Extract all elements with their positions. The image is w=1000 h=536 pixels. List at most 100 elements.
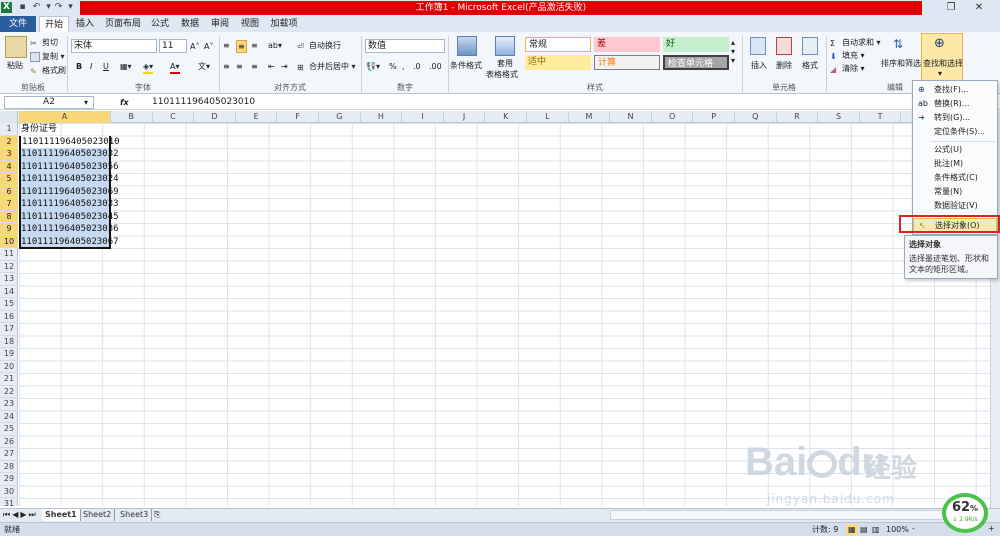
- cell-a5[interactable]: 110111196405023024: [20, 173, 119, 186]
- tab-file[interactable]: 文件: [0, 16, 36, 32]
- row-header-24[interactable]: 24: [0, 411, 18, 423]
- cell-a8[interactable]: 110111196405023045: [20, 211, 119, 224]
- increase-indent-icon[interactable]: ⇥: [281, 61, 288, 72]
- tab-page-layout[interactable]: 页面布局: [102, 16, 144, 32]
- delete-cells-icon[interactable]: [776, 37, 792, 55]
- cell-a10[interactable]: 110111196405023067: [20, 236, 119, 249]
- table-format-icon[interactable]: [495, 36, 515, 56]
- cell-a2[interactable]: 110111196405023010: [21, 135, 120, 148]
- phonetic-icon[interactable]: 文▾: [198, 61, 210, 72]
- font-color-icon[interactable]: A▾: [170, 61, 180, 74]
- menu-conditional-formatting[interactable]: 条件格式(C): [913, 171, 997, 185]
- column-header-c[interactable]: C: [153, 111, 195, 123]
- insert-cells-button[interactable]: 插入: [751, 60, 767, 71]
- row-header-13[interactable]: 13: [0, 273, 18, 286]
- select-all-corner[interactable]: [0, 111, 18, 123]
- zoom-level[interactable]: 100%: [886, 524, 909, 535]
- tab-addins[interactable]: 加载项: [267, 16, 301, 32]
- sheet-tab-1[interactable]: Sheet1: [42, 509, 81, 521]
- table-format-button-line1[interactable]: 套用: [497, 58, 513, 69]
- autosum-button[interactable]: Σ 自动求和 ▾: [830, 37, 881, 48]
- column-header-e[interactable]: E: [236, 111, 278, 123]
- new-sheet-icon[interactable]: ⎘: [154, 509, 160, 520]
- insert-cells-icon[interactable]: [750, 37, 766, 55]
- column-header-d[interactable]: D: [194, 111, 236, 123]
- table-format-button-line2[interactable]: 表格格式: [486, 69, 518, 80]
- style-check-cell[interactable]: 检查单元格: [663, 55, 729, 70]
- row-header-21[interactable]: 21: [0, 373, 18, 386]
- copy-button[interactable]: 复制 ▾: [30, 51, 65, 62]
- menu-data-validation[interactable]: 数据验证(V): [913, 199, 997, 213]
- paste-icon[interactable]: [5, 36, 27, 58]
- format-cells-button[interactable]: 格式: [802, 60, 818, 71]
- column-header-n[interactable]: N: [610, 111, 652, 123]
- italic-button[interactable]: I: [90, 61, 92, 72]
- column-header-a[interactable]: A: [19, 111, 111, 123]
- cell-a9[interactable]: 110111196405023036: [20, 223, 119, 236]
- sheet-tab-2[interactable]: Sheet2: [80, 509, 116, 521]
- column-header-s[interactable]: S: [818, 111, 860, 123]
- align-center-icon[interactable]: ≡: [236, 61, 243, 72]
- column-header-j[interactable]: J: [444, 111, 486, 123]
- row-header-10[interactable]: 10: [0, 235, 18, 248]
- merge-center-button[interactable]: ⊞ 合并后居中 ▾: [297, 61, 356, 72]
- conditional-format-icon[interactable]: [457, 36, 477, 56]
- row-header-4[interactable]: 4: [0, 160, 18, 173]
- tab-formulas[interactable]: 公式: [147, 16, 173, 32]
- row-header-28[interactable]: 28: [0, 461, 18, 473]
- close-icon[interactable]: ✕: [968, 1, 990, 15]
- align-left-icon[interactable]: ≡: [223, 61, 230, 72]
- align-top-icon[interactable]: ≡: [223, 40, 230, 51]
- column-header-q[interactable]: Q: [735, 111, 777, 123]
- formula-input[interactable]: 110111196405023010: [152, 97, 255, 108]
- name-box-dropdown-icon[interactable]: ▾: [84, 97, 88, 108]
- wrap-text-button[interactable]: ⏎ 自动换行: [297, 40, 341, 51]
- cell-a6[interactable]: 110111196405023069: [20, 186, 119, 199]
- tab-view[interactable]: 视图: [237, 16, 263, 32]
- format-cells-icon[interactable]: [802, 37, 818, 55]
- find-select-button[interactable]: 查找和选择: [923, 58, 963, 69]
- column-header-p[interactable]: P: [693, 111, 735, 123]
- clear-button[interactable]: ◢ 清除 ▾: [830, 63, 865, 74]
- normal-view-icon[interactable]: ▦: [846, 524, 858, 535]
- zoom-in-button[interactable]: +: [988, 523, 995, 534]
- cell-a4[interactable]: 110111196405023056: [20, 161, 119, 174]
- format-painter-button[interactable]: ✎ 格式刷: [30, 65, 66, 76]
- row-header-22[interactable]: 22: [0, 386, 18, 398]
- row-header-29[interactable]: 29: [0, 473, 18, 486]
- fill-color-icon[interactable]: ◈▾: [143, 61, 154, 74]
- row-header-6[interactable]: 6: [0, 185, 18, 198]
- name-box[interactable]: A2: [4, 96, 94, 109]
- zoom-out-button[interactable]: -: [912, 523, 915, 534]
- row-header-25[interactable]: 25: [0, 423, 18, 436]
- sheet-nav-icon[interactable]: ⏮◀▶⏭: [3, 509, 38, 520]
- row-header-26[interactable]: 26: [0, 436, 18, 448]
- shrink-font-icon[interactable]: A˅: [204, 41, 213, 52]
- bold-button[interactable]: B: [76, 61, 82, 72]
- menu-formulas[interactable]: 公式(U): [913, 143, 997, 157]
- row-header-30[interactable]: 30: [0, 486, 18, 498]
- cell-a7[interactable]: 110111196405023033: [20, 198, 119, 211]
- undo-icon[interactable]: ↶: [31, 2, 42, 13]
- menu-goto[interactable]: ➜ 转到(G)...: [913, 111, 997, 125]
- row-header-18[interactable]: 18: [0, 336, 18, 348]
- save-icon[interactable]: ▪: [17, 2, 28, 13]
- column-header-k[interactable]: K: [485, 111, 527, 123]
- cell-a1[interactable]: 身份证号: [20, 123, 110, 136]
- decrease-indent-icon[interactable]: ⇤: [268, 61, 275, 72]
- paste-button[interactable]: 粘贴: [7, 60, 23, 71]
- style-neutral[interactable]: 适中: [525, 55, 591, 70]
- menu-find[interactable]: ⊕ 查找(F)...: [913, 83, 997, 97]
- page-break-view-icon[interactable]: ▥: [872, 524, 880, 535]
- style-bad[interactable]: 差: [594, 37, 660, 52]
- row-header-14[interactable]: 14: [0, 286, 18, 298]
- row-header-8[interactable]: 8: [0, 210, 18, 223]
- tab-insert[interactable]: 插入: [72, 16, 98, 32]
- sort-filter-button[interactable]: 排序和筛选: [881, 58, 921, 69]
- percent-button[interactable]: %: [389, 61, 397, 72]
- row-header-16[interactable]: 16: [0, 311, 18, 323]
- restore-icon[interactable]: ❐: [940, 1, 962, 15]
- row-header-11[interactable]: 11: [0, 248, 18, 261]
- align-right-icon[interactable]: ≡: [251, 61, 258, 72]
- style-calculation[interactable]: 计算: [594, 55, 660, 70]
